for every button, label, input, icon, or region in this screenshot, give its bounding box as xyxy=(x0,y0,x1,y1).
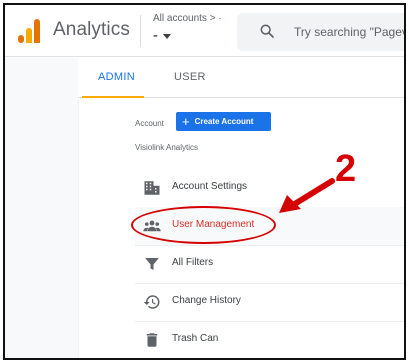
menu-item-all-filters[interactable]: All Filters xyxy=(135,245,404,283)
admin-tabs: ADMIN USER xyxy=(78,58,404,98)
search-icon xyxy=(260,24,274,38)
account-breadcrumb[interactable]: All accounts > · xyxy=(153,13,222,24)
screenshot-frame: Analytics All accounts > · - Try searchi… xyxy=(3,3,406,360)
annotation-arrow-icon xyxy=(279,178,335,213)
tab-user[interactable]: USER xyxy=(174,71,206,83)
filter-icon xyxy=(145,258,159,270)
account-column-label: Account xyxy=(135,119,164,128)
menu-item-label: Change History xyxy=(172,295,241,306)
plus-icon: + xyxy=(182,113,190,129)
app-title: Analytics xyxy=(53,19,130,40)
analytics-logo-icon[interactable] xyxy=(18,19,42,43)
building-icon xyxy=(144,181,160,195)
menu-item-change-history[interactable]: Change History xyxy=(135,283,404,321)
top-bar: Analytics All accounts > · - Try searchi… xyxy=(5,5,404,57)
create-account-label: Create Account xyxy=(194,117,254,126)
active-tab-indicator xyxy=(82,96,144,98)
tab-admin[interactable]: ADMIN xyxy=(98,71,135,83)
search-placeholder: Try searching "Pagev xyxy=(294,25,406,39)
menu-item-label: Account Settings xyxy=(172,181,248,192)
menu-item-account-settings[interactable]: Account Settings xyxy=(135,169,404,207)
account-name: Visiolink Analytics xyxy=(135,143,198,152)
caret-down-icon xyxy=(163,34,171,39)
annotation-step-number: 2 xyxy=(335,148,357,190)
highlight-ellipse xyxy=(131,206,276,244)
left-nav-strip xyxy=(5,58,78,358)
topbar-divider xyxy=(140,15,141,47)
trash-icon xyxy=(146,333,158,347)
menu-item-label: All Filters xyxy=(172,257,214,268)
menu-item-trash-can[interactable]: Trash Can xyxy=(135,321,404,358)
menu-item-label: Trash Can xyxy=(172,333,219,344)
search-input[interactable]: Try searching "Pagev xyxy=(237,13,406,51)
account-selector[interactable]: - xyxy=(153,27,171,44)
account-selector-value: - xyxy=(153,27,158,44)
history-icon xyxy=(143,295,160,309)
create-account-button[interactable]: + Create Account xyxy=(176,112,271,131)
